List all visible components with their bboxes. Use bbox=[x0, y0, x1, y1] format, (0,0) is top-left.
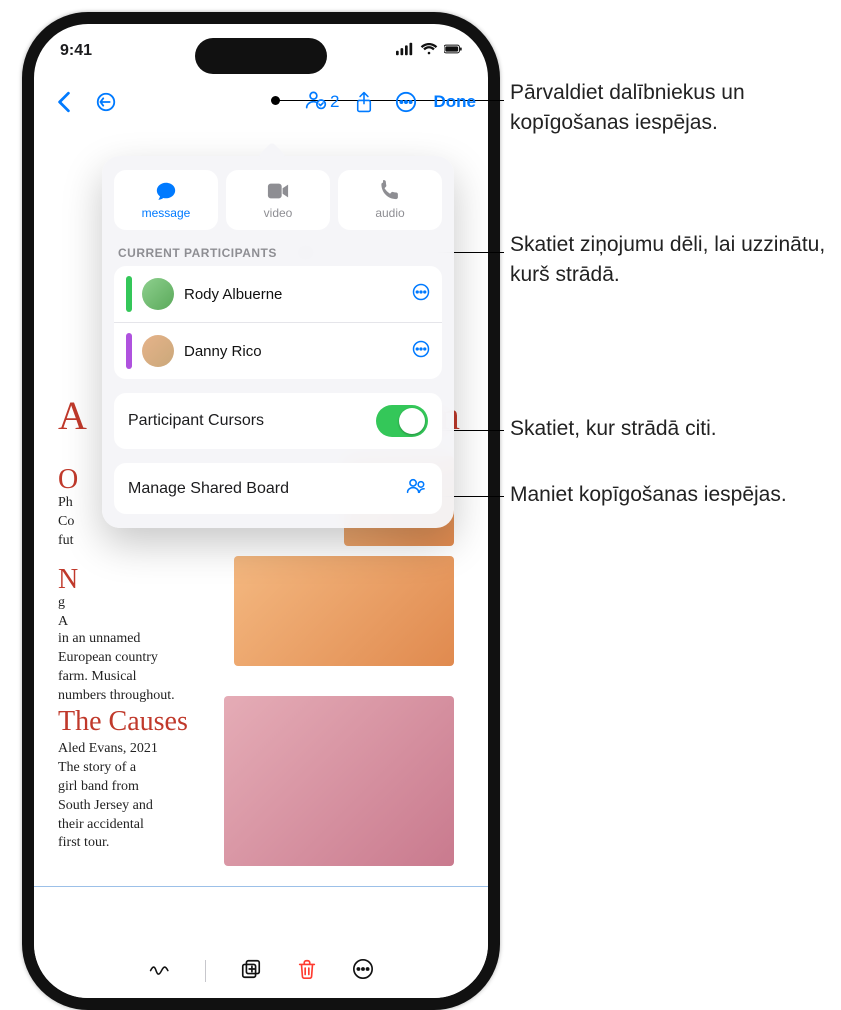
undo-button[interactable] bbox=[88, 84, 124, 120]
bottom-toolbar bbox=[34, 944, 488, 998]
causes-head: The Causes bbox=[58, 706, 464, 738]
manage-shared-board-label: Manage Shared Board bbox=[128, 480, 289, 498]
presence-indicator bbox=[126, 333, 132, 369]
collaboration-icon bbox=[406, 475, 428, 502]
audio-button[interactable]: audio bbox=[338, 170, 442, 230]
avatar bbox=[142, 335, 174, 367]
participant-name: Danny Rico bbox=[184, 343, 402, 360]
more-button[interactable] bbox=[388, 84, 424, 120]
status-time: 9:41 bbox=[60, 42, 92, 60]
participant-cursors-row: Participant Cursors bbox=[114, 393, 442, 449]
participants-count: 2 bbox=[330, 92, 339, 112]
delete-icon[interactable] bbox=[296, 958, 318, 985]
participant-row[interactable]: Danny Rico bbox=[114, 322, 442, 379]
notch bbox=[195, 38, 327, 74]
wifi-icon bbox=[420, 40, 438, 63]
callout-text: Skatiet ziņojumu dēli, lai uzzinātu, kur… bbox=[510, 230, 830, 291]
scribble-icon[interactable] bbox=[149, 958, 171, 985]
board-thumbnail bbox=[234, 556, 454, 666]
callout-text: Maniet kopīgošanas iespējas. bbox=[510, 480, 787, 510]
person-check-icon bbox=[305, 89, 327, 116]
callout-text: Skatiet, kur strādā citi. bbox=[510, 414, 717, 444]
participants-header: CURRENT PARTICIPANTS bbox=[118, 246, 438, 260]
share-button[interactable] bbox=[346, 84, 382, 120]
video-button[interactable]: video bbox=[226, 170, 330, 230]
participant-cursors-toggle[interactable] bbox=[376, 405, 428, 437]
message-label: message bbox=[142, 206, 191, 220]
presence-indicator bbox=[126, 276, 132, 312]
callout-text: Pārvaldiet dalībniekus un kopīgošanas ie… bbox=[510, 78, 830, 139]
participant-cursors-label: Participant Cursors bbox=[128, 412, 264, 430]
more-icon[interactable] bbox=[352, 958, 374, 985]
nav-bar: 2 Done bbox=[34, 78, 488, 126]
participant-more-icon[interactable] bbox=[412, 283, 430, 306]
avatar bbox=[142, 278, 174, 310]
video-label: video bbox=[264, 206, 293, 220]
participants-popover: message video audio CURRENT PARTICIPANTS… bbox=[102, 156, 454, 528]
phone-frame: 9:41 2 bbox=[22, 12, 500, 1010]
participant-more-icon[interactable] bbox=[412, 340, 430, 363]
back-button[interactable] bbox=[46, 84, 82, 120]
done-button[interactable]: Done bbox=[434, 92, 477, 112]
add-layer-icon[interactable] bbox=[240, 958, 262, 985]
audio-label: audio bbox=[375, 206, 404, 220]
signal-icon bbox=[396, 40, 414, 63]
participants-list: Rody Albuerne Danny Rico bbox=[114, 266, 442, 379]
battery-icon bbox=[444, 40, 462, 63]
participant-row[interactable]: Rody Albuerne bbox=[114, 266, 442, 322]
participant-name: Rody Albuerne bbox=[184, 286, 402, 303]
manage-shared-board-row[interactable]: Manage Shared Board bbox=[114, 463, 442, 514]
causes-body: Aled Evans, 2021 The story of a girl ban… bbox=[58, 740, 464, 853]
message-button[interactable]: message bbox=[114, 170, 218, 230]
participants-button[interactable]: 2 bbox=[305, 89, 339, 116]
